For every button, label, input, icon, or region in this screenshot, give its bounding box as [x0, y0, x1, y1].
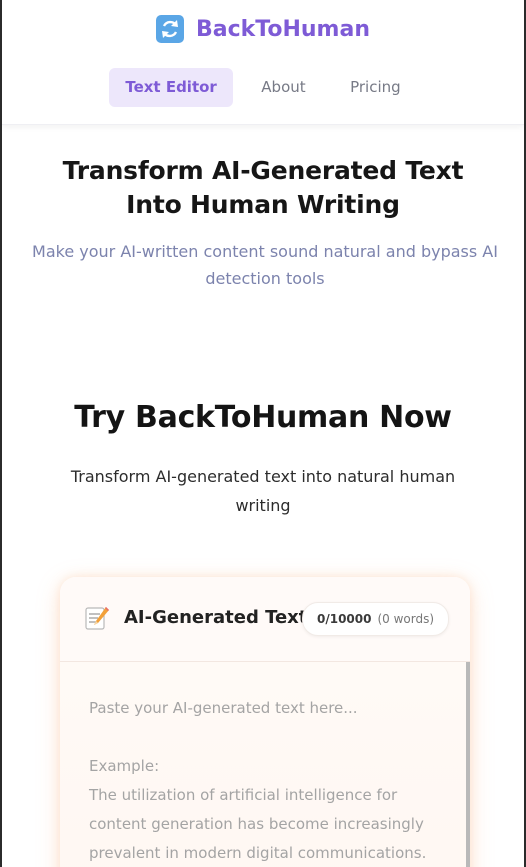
site-header: BackToHuman Text Editor About Pricing — [2, 0, 524, 125]
input-card: AI-Generated Text 0/10000 (0 words) — [60, 577, 470, 867]
hero-title: Transform AI-Generated Text Into Human W… — [62, 156, 464, 219]
word-counter-badge: 0/10000 (0 words) — [302, 602, 450, 636]
memo-icon — [84, 605, 110, 631]
main-nav: Text Editor About Pricing — [2, 68, 524, 107]
ai-text-input[interactable] — [60, 662, 464, 867]
browser-viewport: BackToHuman Text Editor About Pricing Tr… — [0, 0, 526, 867]
tab-pricing[interactable]: Pricing — [334, 68, 417, 107]
tab-about[interactable]: About — [245, 68, 321, 107]
try-section-title: Try BackToHuman Now — [74, 400, 452, 435]
input-card-title: AI-Generated Text — [124, 607, 308, 628]
brand[interactable]: BackToHuman — [2, 15, 524, 52]
editor-area — [60, 662, 470, 867]
hero-subtitle: Make your AI-written content sound natur… — [32, 242, 498, 288]
editor-scrollbar[interactable] — [466, 662, 470, 867]
input-card-header: AI-Generated Text 0/10000 (0 words) — [60, 577, 470, 662]
tab-text-editor[interactable]: Text Editor — [109, 68, 233, 107]
arrows-cycle-icon — [156, 15, 184, 43]
brand-name: BackToHuman — [196, 16, 370, 42]
word-count: (0 words) — [377, 612, 435, 626]
try-section-subtitle: Transform AI-generated text into natural… — [70, 467, 456, 515]
char-count: 0/10000 — [317, 612, 372, 626]
